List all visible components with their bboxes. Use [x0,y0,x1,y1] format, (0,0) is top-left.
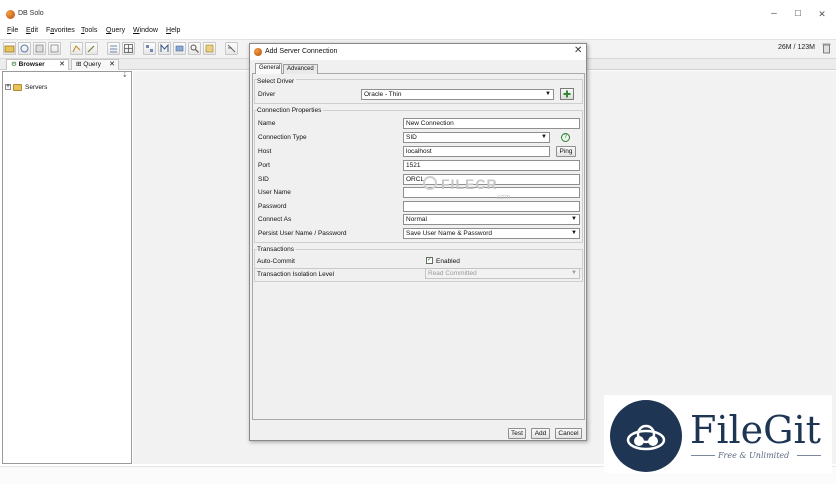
browser-panel [2,71,132,464]
help-icon[interactable]: ? [561,133,570,142]
driver-label: Driver [258,91,276,98]
auto-commit-label: Auto-Commit [257,258,295,265]
isolation-level-value: Read Committed [428,270,477,277]
driver-select-value: Oracle - Thin [364,91,402,98]
filecr-watermark: FILECR [441,176,498,192]
folder-icon [13,84,22,91]
garbage-collect-icon[interactable] [822,42,831,54]
password-input[interactable] [403,201,580,212]
menu-help[interactable]: Help [166,27,180,34]
connection-type-value: SID [406,134,417,141]
tab-query-label: Query [83,61,101,68]
history-icon[interactable] [203,42,216,55]
tree-node-servers[interactable]: Servers [25,84,47,91]
dialog-title: Add Server Connection [265,48,338,55]
add-button[interactable]: Add [531,428,550,439]
tab-query[interactable]: ⊞ Query ✕ [71,59,119,70]
new-query-icon[interactable] [70,42,83,55]
browser-tab-icon: ⚙ [11,61,19,68]
add-driver-button[interactable] [560,88,574,100]
name-input[interactable]: New Connection [403,118,580,129]
isolation-level-label: Transaction Isolation Level [257,271,335,278]
dialog-tab-general[interactable]: General [255,63,282,74]
name-label: Name [258,120,276,127]
dialog-close-button[interactable]: ✕ [574,45,582,56]
transactions-heading: Transactions [257,246,296,253]
maximize-button[interactable]: ☐ [786,7,810,21]
window-title: DB Solo [18,10,44,17]
memory-usage: 26M / 123M [778,44,815,51]
filecr-domain: .com [495,194,511,201]
schema-icon[interactable] [107,42,120,55]
host-input[interactable]: localhost [403,146,550,157]
ping-button[interactable]: Ping [556,146,576,157]
minimize-button[interactable]: – [762,7,786,21]
open-folder-icon[interactable] [3,42,16,55]
export-icon[interactable] [173,42,186,55]
port-label: Port [258,162,270,169]
options-icon[interactable] [225,42,238,55]
close-window-button[interactable]: ✕ [810,7,834,21]
menu-file[interactable]: File [7,27,18,34]
menu-edit[interactable]: Edit [26,27,38,34]
table-icon[interactable] [122,42,135,55]
dropdown-arrow-icon: ▼ [545,91,551,97]
close-tab-query-icon[interactable]: ✕ [109,60,115,70]
persist-label: Persist User Name / Password [258,230,347,237]
auto-commit-checkbox[interactable]: ✓ [426,257,433,264]
dropdown-arrow-icon: ▼ [571,270,577,276]
cancel-button[interactable]: Cancel [555,428,582,439]
menu-window[interactable]: Window [133,27,158,34]
menu-query[interactable]: Query [106,27,125,34]
dropdown-arrow-icon: ▼ [541,134,547,140]
select-driver-heading: Select Driver [257,78,297,85]
connect-as-value: Normal [406,216,427,223]
disconnect-icon[interactable] [33,42,46,55]
filegit-divider [691,455,715,456]
model-icon[interactable] [158,42,171,55]
connect-icon[interactable] [18,42,31,55]
connection-type-select[interactable]: SID ▼ [403,132,550,143]
dropdown-arrow-icon: ▼ [571,216,577,222]
title-bar [0,0,836,26]
persist-select[interactable]: Save User Name & Password ▼ [403,228,580,239]
compare-icon[interactable] [143,42,156,55]
tree-expand-icon[interactable]: + [5,84,11,90]
sid-label: SID [258,176,269,183]
app-icon [6,10,15,19]
dropdown-arrow-icon: ▼ [571,230,577,236]
auto-commit-enabled-label: Enabled [436,258,460,265]
connect-as-label: Connect As [258,216,292,223]
connection-type-label: Connection Type [258,134,307,141]
connection-properties-heading: Connection Properties [257,107,324,114]
find-icon[interactable] [188,42,201,55]
filegit-name: FileGit [690,408,821,452]
refresh-icon[interactable] [48,42,61,55]
filegit-tagline: Free & Unlimited [718,451,790,460]
menu-tools[interactable]: Tools [81,27,97,34]
plus-icon [563,90,571,98]
filegit-logo-icon [610,400,682,472]
connect-as-select[interactable]: Normal ▼ [403,214,580,225]
dialog-tab-advanced[interactable]: Advanced [283,64,318,74]
isolation-level-select[interactable]: Read Committed ▼ [425,268,580,279]
execute-icon[interactable] [85,42,98,55]
close-tab-browser-icon[interactable]: ✕ [59,60,65,70]
password-label: Password [258,203,287,210]
port-input[interactable]: 1521 [403,160,580,171]
menu-bar [0,26,836,39]
dialog-app-icon [254,48,262,56]
host-label: Host [258,148,272,155]
tab-browser-label: Browser [18,61,45,68]
driver-select[interactable]: Oracle - Thin ▼ [361,89,554,100]
test-button[interactable]: Test [508,428,526,439]
user-name-label: User Name [258,189,291,196]
filegit-divider [797,455,821,456]
persist-value: Save User Name & Password [406,230,492,237]
collapse-arrow-icon[interactable]: ⇣ [122,71,128,79]
menu-favorites[interactable]: Favorites [46,27,75,34]
filecr-logo-icon [423,176,437,190]
tab-browser[interactable]: ⚙ Browser ✕ [6,59,69,70]
